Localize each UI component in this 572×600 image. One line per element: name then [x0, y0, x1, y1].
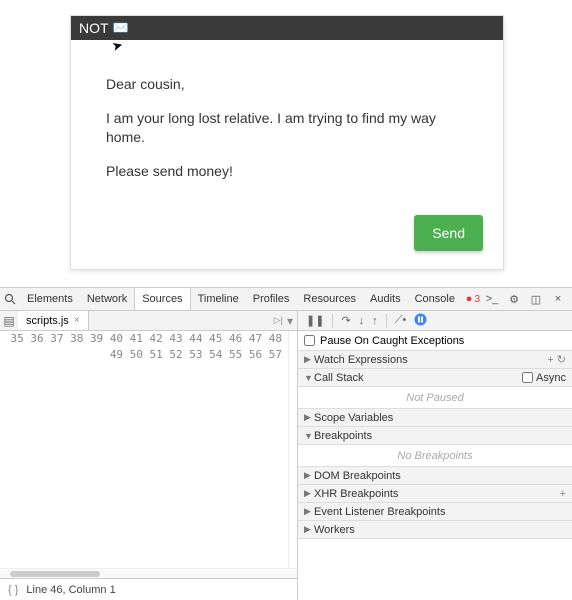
chevron-right-icon: ▶	[304, 506, 314, 517]
chevron-right-icon: ▶	[304, 524, 314, 535]
tab-audits[interactable]: Audits	[363, 288, 408, 310]
braces-icon[interactable]: { }	[8, 584, 18, 596]
async-label: Async	[536, 372, 566, 384]
play-icon[interactable]: ▷|	[274, 315, 283, 326]
step-into-icon[interactable]: ↓	[359, 315, 365, 327]
show-console-icon[interactable]: >_	[482, 288, 502, 310]
source-tab-bar: ▤ scripts.js × ▷| ▾	[0, 311, 297, 331]
workers-pane[interactable]: ▶ Workers	[298, 521, 572, 539]
email-header: NOT ✉️	[71, 16, 503, 40]
settings-icon[interactable]: ⚙	[504, 288, 524, 310]
line-gutter: 35 36 37 38 39 40 41 42 43 44 45 46 47 4…	[0, 331, 289, 568]
pause-on-caught-checkbox[interactable]	[304, 335, 315, 346]
pause-on-caught-row: Pause On Caught Exceptions	[298, 331, 572, 351]
chevron-right-icon: ▶	[304, 412, 314, 423]
tab-profiles[interactable]: Profiles	[246, 288, 297, 310]
tab-console[interactable]: Console	[408, 288, 462, 310]
debugger-panel: ❚❚ ↷ ↓ ↑ ⟋• Pause On Caught Exceptions ▶…	[298, 311, 572, 600]
xhr-bp-label: XHR Breakpoints	[314, 488, 398, 500]
event-listener-breakpoints-pane[interactable]: ▶ Event Listener Breakpoints	[298, 503, 572, 521]
deactivate-breakpoints-icon[interactable]: ⟋•	[395, 314, 407, 327]
email-line-3: Please send money!	[106, 162, 468, 182]
error-count[interactable]: 3	[466, 293, 480, 305]
dock-icon[interactable]: ◫	[526, 288, 546, 310]
pause-icon[interactable]: ❚❚	[306, 314, 324, 327]
workers-label: Workers	[314, 524, 355, 536]
debugger-toolbar: ❚❚ ↷ ↓ ↑ ⟋•	[298, 311, 572, 331]
chevron-right-icon: ▶	[304, 354, 314, 365]
cursor-position: Line 46, Column 1	[26, 584, 115, 596]
scope-label: Scope Variables	[314, 412, 393, 424]
refresh-watch-icon[interactable]: ↻	[557, 353, 566, 366]
more-icon[interactable]: ▾	[287, 314, 293, 328]
tab-sources[interactable]: Sources	[134, 288, 190, 310]
email-line-1: Dear cousin,	[106, 75, 468, 95]
code-editor[interactable]: 35 36 37 38 39 40 41 42 43 44 45 46 47 4…	[0, 331, 297, 568]
watch-expressions-pane[interactable]: ▶ Watch Expressions + ↻	[298, 351, 572, 369]
pause-on-caught-label: Pause On Caught Exceptions	[320, 335, 464, 347]
search-icon[interactable]	[0, 288, 20, 310]
tab-elements[interactable]: Elements	[20, 288, 80, 310]
chevron-right-icon: ▶	[304, 488, 314, 499]
step-out-icon[interactable]: ↑	[372, 315, 378, 327]
watch-label: Watch Expressions	[314, 354, 408, 366]
email-line-2: I am your long lost relative. I am tryin…	[106, 109, 468, 148]
navigator-icon[interactable]: ▤	[0, 311, 18, 330]
source-file-tab[interactable]: scripts.js ×	[18, 311, 89, 330]
call-stack-pane[interactable]: ▼ Call Stack Async	[298, 369, 572, 387]
email-title: NOT	[79, 20, 109, 36]
tab-timeline[interactable]: Timeline	[191, 288, 246, 310]
event-bp-label: Event Listener Breakpoints	[314, 506, 445, 518]
chevron-down-icon: ▼	[304, 431, 314, 441]
send-button[interactable]: Send	[414, 215, 483, 251]
breakpoints-pane[interactable]: ▼ Breakpoints	[298, 427, 572, 445]
breakpoints-label: Breakpoints	[314, 430, 372, 442]
email-footer: Send	[71, 215, 503, 269]
close-file-icon[interactable]: ×	[74, 315, 80, 326]
horizontal-scrollbar[interactable]	[0, 568, 297, 578]
email-app: NOT ✉️ Dear cousin, I am your long lost …	[70, 15, 504, 270]
add-watch-icon[interactable]: +	[547, 354, 553, 366]
sources-panel: ▤ scripts.js × ▷| ▾ 35 36 37 38 39 40 41…	[0, 311, 298, 600]
dom-bp-label: DOM Breakpoints	[314, 470, 401, 482]
step-over-icon[interactable]: ↷	[341, 314, 350, 327]
add-xhr-icon[interactable]: +	[560, 488, 566, 500]
xhr-breakpoints-pane[interactable]: ▶ XHR Breakpoints +	[298, 485, 572, 503]
scope-variables-pane[interactable]: ▶ Scope Variables	[298, 409, 572, 427]
envelope-icon: ✉️	[113, 20, 129, 36]
callstack-label: Call Stack	[314, 372, 364, 384]
source-file-name: scripts.js	[26, 315, 69, 327]
no-breakpoints-label: No Breakpoints	[298, 445, 572, 467]
chevron-right-icon: ▶	[304, 470, 314, 481]
dom-breakpoints-pane[interactable]: ▶ DOM Breakpoints	[298, 467, 572, 485]
tab-network[interactable]: Network	[80, 288, 134, 310]
async-checkbox[interactable]	[522, 372, 533, 383]
source-status-bar: { } Line 46, Column 1	[0, 578, 297, 600]
tab-resources[interactable]: Resources	[296, 288, 363, 310]
devtools-toolbar: Elements Network Sources Timeline Profil…	[0, 288, 572, 311]
chevron-down-icon: ▼	[304, 373, 314, 383]
pause-exceptions-icon[interactable]	[414, 313, 427, 329]
devtools: Elements Network Sources Timeline Profil…	[0, 287, 572, 600]
email-body: Dear cousin, I am your long lost relativ…	[71, 40, 503, 215]
code-content[interactable]: function postOnSuccess(data) { "cm">// t…	[289, 331, 297, 568]
not-paused-label: Not Paused	[298, 387, 572, 409]
close-icon[interactable]: ×	[548, 288, 568, 310]
